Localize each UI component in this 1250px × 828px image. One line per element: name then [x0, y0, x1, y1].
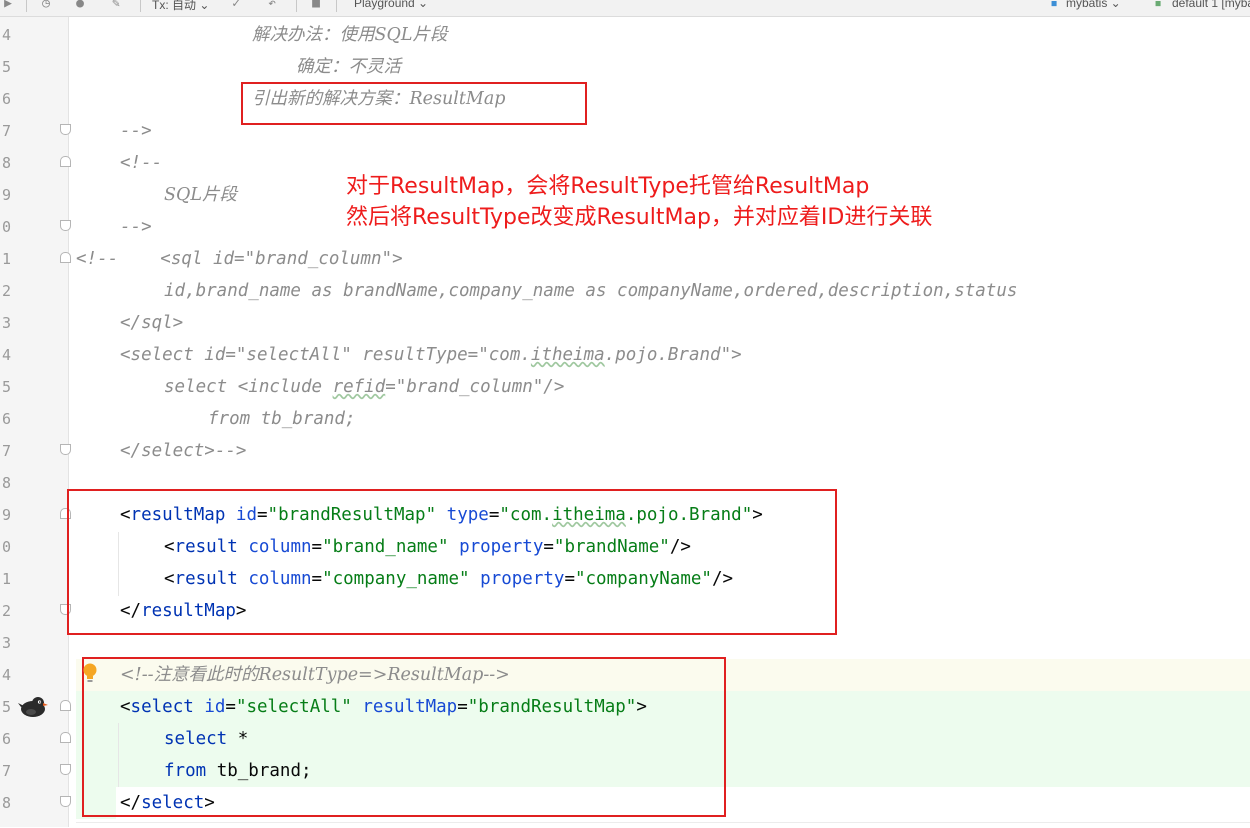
comment-text: <!-- [120, 153, 163, 173]
code-line[interactable]: <!-- [120, 147, 162, 179]
history-icon[interactable]: ◷ [38, 0, 54, 11]
line-number: 1 [2, 250, 12, 268]
comment-text: from tb_brand; [208, 409, 356, 429]
code-line[interactable]: select <include refid="brand_column"/> [164, 371, 564, 403]
fold-start-marker[interactable] [60, 732, 71, 743]
line-number: 8 [2, 154, 12, 172]
comment-text: --> [120, 121, 152, 141]
comment-text: .pojo.Brand"> [604, 345, 742, 365]
comment-text: <select id="selectAll" resultType="com. [120, 345, 531, 365]
annotation-line: 对于ResultMap，会将ResultType托管给ResultMap [346, 174, 870, 199]
code-line[interactable]: <!-- <sql id="brand_column"> [76, 243, 403, 275]
mapper-bird-icon[interactable] [18, 694, 48, 720]
line-number: 2 [2, 602, 12, 620]
line-number: 0 [2, 218, 12, 236]
code-line[interactable]: 解决办法：使用SQL片段 [252, 19, 447, 51]
run-arrow-icon[interactable]: ▶ [0, 0, 16, 11]
code-line[interactable]: 确定：不灵活 [296, 51, 401, 83]
comment-text: itheima [530, 345, 605, 365]
code-line[interactable]: </sql> [120, 307, 183, 339]
comment-text: </select>--> [120, 441, 247, 461]
comment-text: <!-- <sql id="brand_column"> [76, 249, 403, 269]
annotation-line: 然后将ResultType改变成ResultMap，并对应着ID进行关联 [346, 205, 933, 230]
fold-start-marker[interactable] [60, 156, 71, 167]
code-line[interactable]: </select>--> [120, 435, 246, 467]
fold-end-marker[interactable] [60, 764, 71, 775]
line-number: 9 [2, 186, 12, 204]
comment-text: select <include [164, 377, 333, 397]
lightbulb-icon[interactable] [82, 663, 98, 683]
line-number: 5 [2, 58, 12, 76]
fold-end-marker[interactable] [60, 124, 71, 135]
datasource-dropdown[interactable]: mybatis ⌄ [1066, 0, 1121, 10]
playground-dropdown[interactable]: Playground ⌄ [354, 0, 428, 10]
line-number: 8 [2, 794, 12, 812]
comment-text: ="brand_column"/> [385, 377, 565, 397]
tx-mode-dropdown[interactable]: Tx: 自动 ⌄ [152, 0, 209, 13]
code-line[interactable]: from tb_brand; [208, 403, 356, 435]
line-number: 6 [2, 730, 12, 748]
toolbar-separator [140, 0, 141, 12]
line-number: 4 [2, 666, 12, 684]
schema-icon: ▪ [1154, 0, 1162, 11]
line-number: 1 [2, 570, 12, 588]
fold-end-marker[interactable] [60, 796, 71, 807]
toolbar-separator [296, 0, 297, 12]
pin-icon[interactable]: ● [72, 0, 88, 11]
line-number: 2 [2, 282, 12, 300]
highlight-box [67, 489, 837, 635]
code-line[interactable]: SQL片段 [164, 179, 237, 211]
comment-text: refid [332, 377, 386, 397]
stop-icon[interactable]: ■ [308, 0, 324, 11]
line-number: 0 [2, 538, 12, 556]
toolbar-separator [336, 0, 337, 12]
wrench-icon[interactable]: ✎ [108, 0, 124, 11]
comment-text: </sql> [120, 313, 184, 333]
fold-start-marker[interactable] [60, 700, 71, 711]
rollback-icon[interactable]: ↶ [264, 0, 280, 11]
line-number: 6 [2, 410, 12, 428]
highlight-box [82, 657, 726, 817]
comment-text: --> [120, 217, 152, 237]
line-number: 8 [2, 474, 12, 492]
comment-text: SQL片段 [164, 185, 237, 205]
line-number: 6 [2, 90, 12, 108]
code-line[interactable]: --> [120, 211, 152, 243]
toolbar-separator [26, 0, 27, 12]
toolbar: ▶ ◷ ● ✎ Tx: 自动 ⌄ ✓ ↶ ■ Playground ⌄ ▪ my… [0, 0, 1250, 17]
line-number: 4 [2, 346, 12, 364]
commit-check-icon[interactable]: ✓ [228, 0, 244, 11]
line-number: 7 [2, 442, 12, 460]
line-number: 9 [2, 506, 12, 524]
datasource-icon: ▪ [1050, 0, 1058, 11]
line-number: 5 [2, 378, 12, 396]
line-number: 7 [2, 762, 12, 780]
fold-end-marker[interactable] [60, 444, 71, 455]
fold-end-marker[interactable] [60, 220, 71, 231]
highlight-box [241, 82, 587, 125]
line-number: 7 [2, 122, 12, 140]
comment-text: 确定：不灵活 [296, 57, 401, 77]
code-line[interactable]: --> [120, 115, 152, 147]
code-line[interactable]: id,brand_name as brandName,company_name … [164, 275, 1017, 307]
code-line[interactable]: <select id="selectAll" resultType="com.i… [120, 339, 742, 371]
comment-text: 解决办法：使用SQL片段 [252, 25, 448, 45]
line-number: 4 [2, 26, 12, 44]
comment-text: id,brand_name as brandName,company_name … [164, 281, 1018, 301]
line-number: 3 [2, 314, 12, 332]
schema-dropdown[interactable]: default 1 [myba [1172, 0, 1250, 10]
editor-bottom [76, 822, 1250, 828]
line-number: 5 [2, 698, 12, 716]
fold-start-marker[interactable] [60, 252, 71, 263]
line-number: 3 [2, 634, 12, 652]
